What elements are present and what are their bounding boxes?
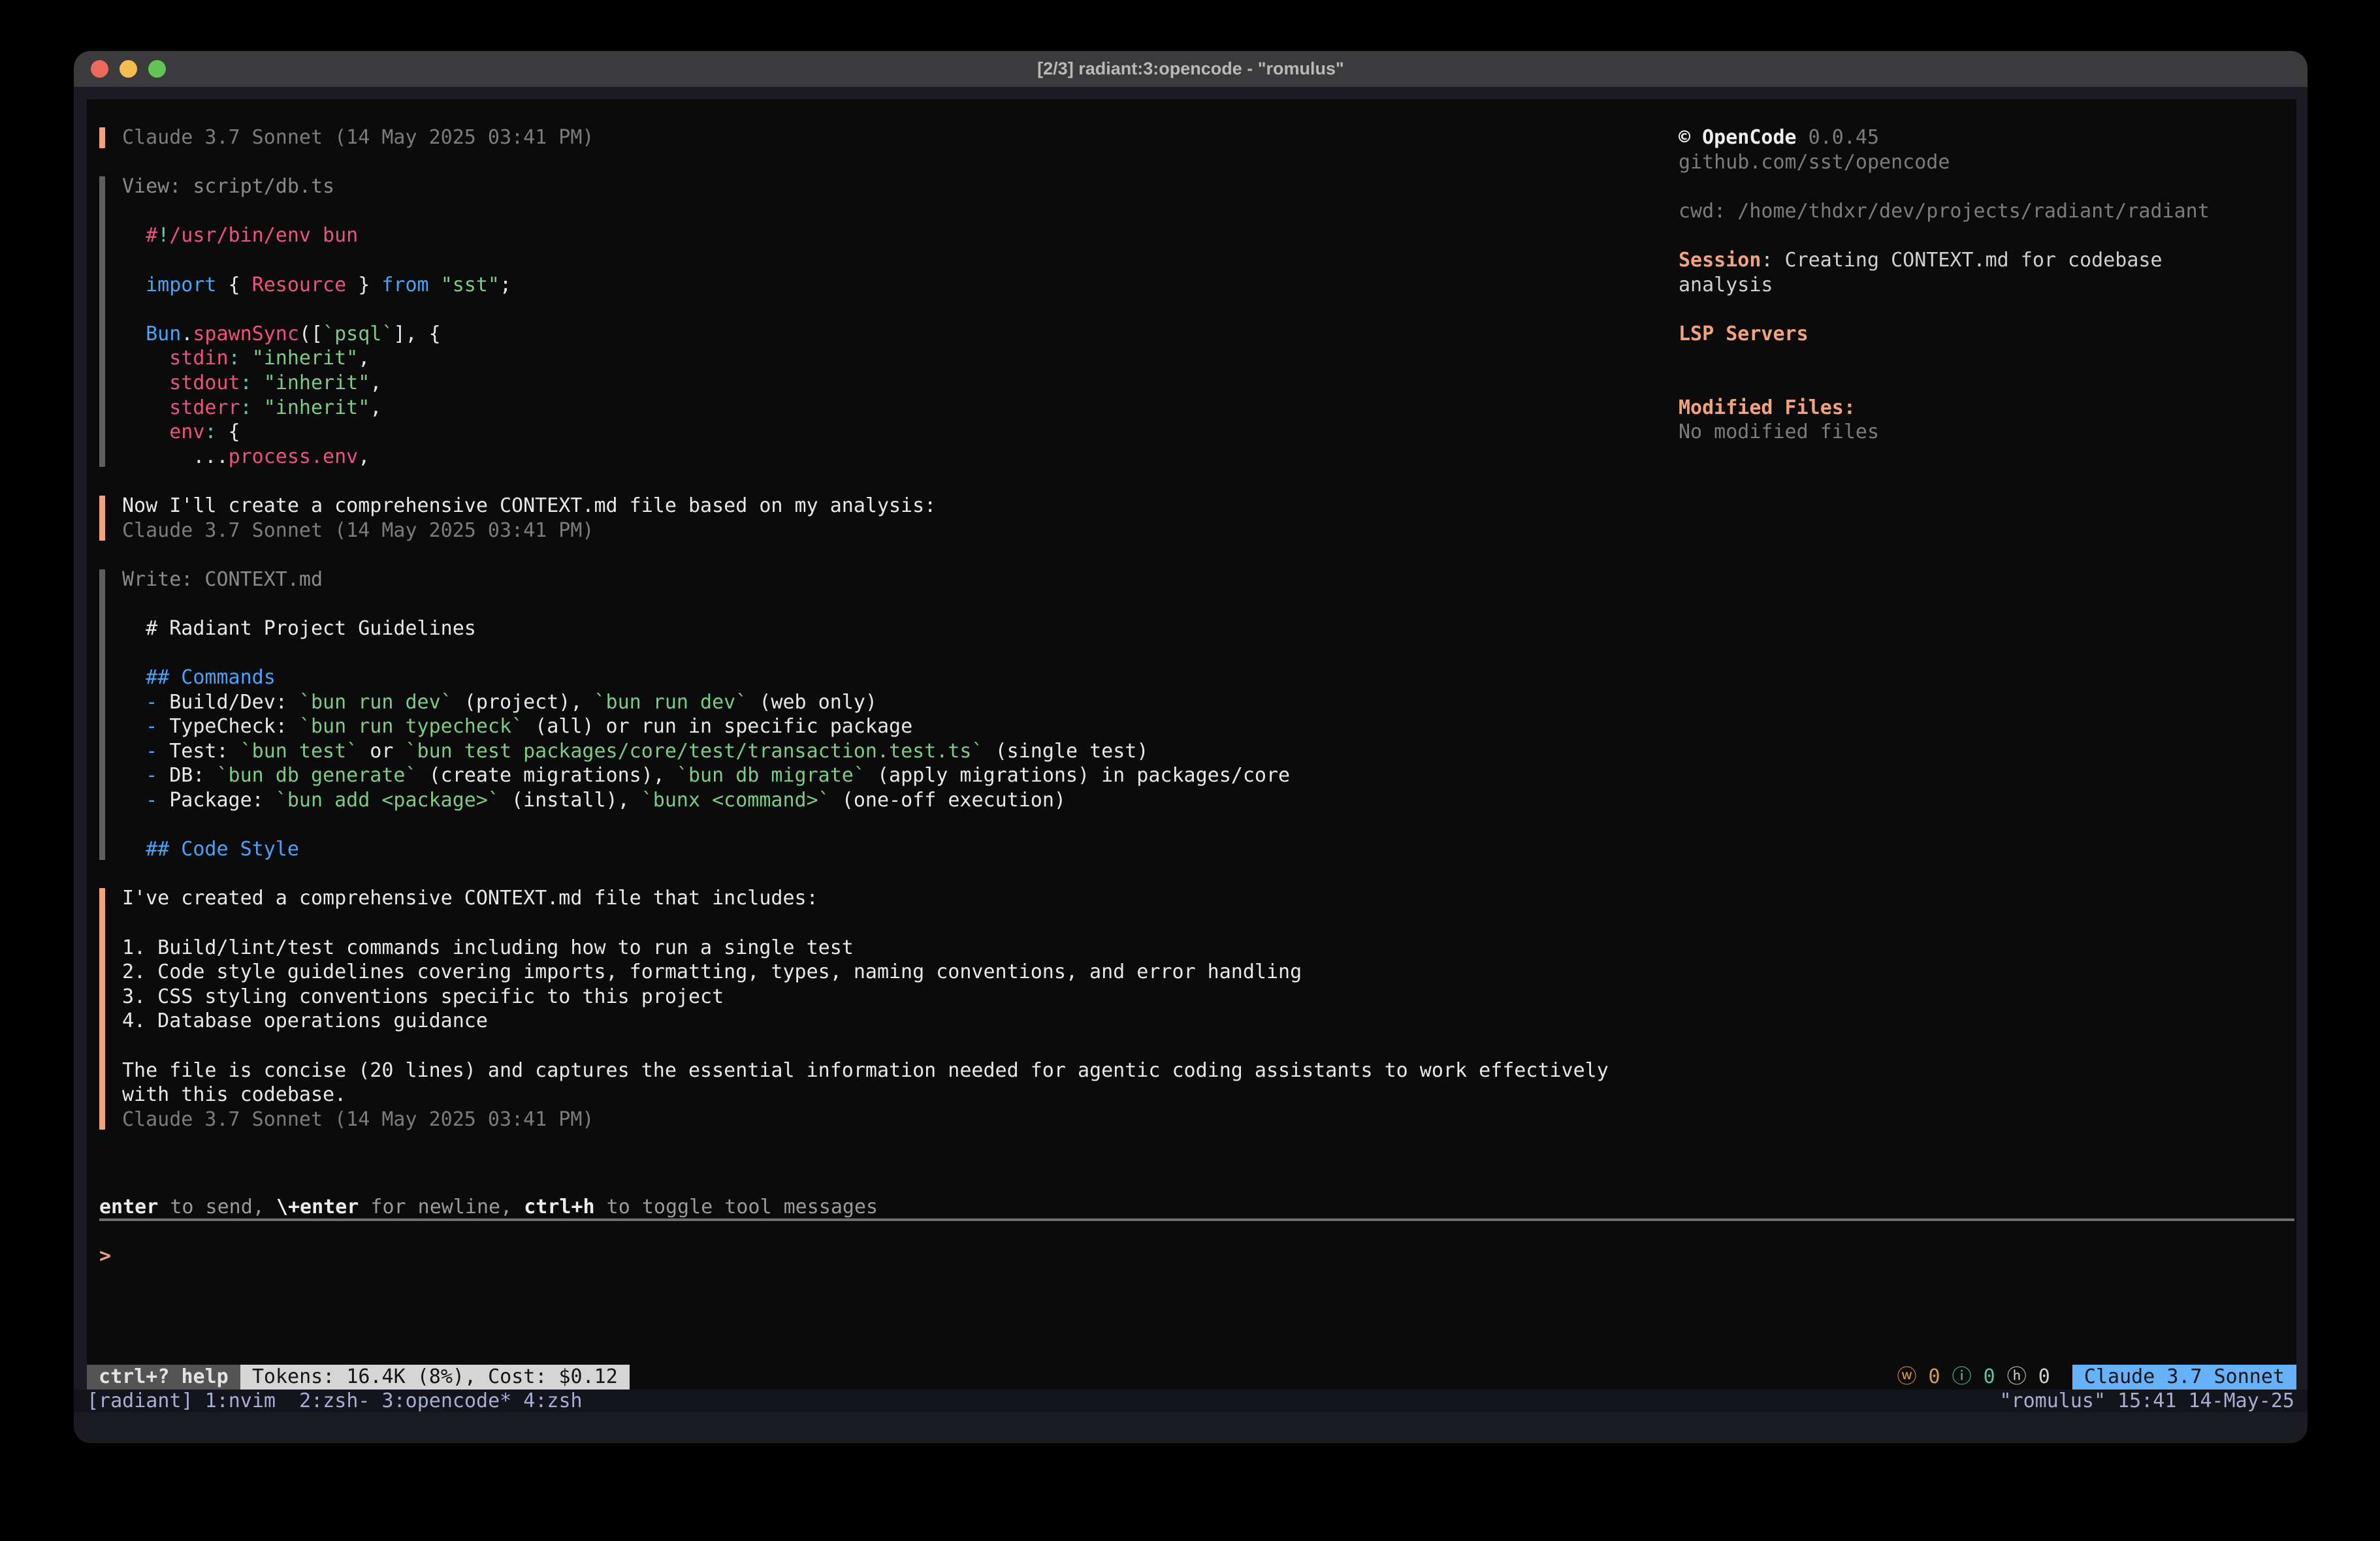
text-line: env: {	[122, 420, 1661, 445]
text-line: Write: CONTEXT.md	[122, 567, 1661, 592]
text-line: # Radiant Project Guidelines	[122, 616, 1661, 641]
text-line: 1. Build/lint/test commands including ho…	[122, 936, 1661, 961]
close-button[interactable]	[91, 60, 108, 78]
model-badge[interactable]: Claude 3.7 Sonnet	[2072, 1365, 2296, 1390]
sidebar: © OpenCode 0.0.45 github.com/sst/opencod…	[1679, 125, 2296, 445]
text-line: View: script/db.ts	[122, 174, 1661, 199]
text-line: import { Resource } from "sst";	[122, 273, 1661, 298]
tmux-status-bar: [radiant] 1:nvim 2:zsh- 3:opencode* 4:zs…	[74, 1390, 2308, 1412]
modified-files-header: Modified Files:	[1679, 396, 2296, 421]
diagnostics: ⓦ 0 ⓘ 0 ⓗ 0	[1897, 1365, 2050, 1390]
tool-write-block: Write: CONTEXT.md # Radiant Project Guid…	[87, 567, 1661, 862]
brand-version: 0.0.45	[1797, 126, 1879, 149]
lsp-servers-header: LSP Servers	[1679, 322, 2296, 347]
assistant-message-block: Now I'll create a comprehensive CONTEXT.…	[87, 494, 1661, 543]
text-line	[122, 248, 1661, 273]
session-text: : Creating CONTEXT.md for codebase	[1761, 249, 2162, 272]
text-line: - Test: `bun test` or `bun test packages…	[122, 739, 1661, 764]
cwd-line: cwd: /home/thdxr/dev/projects/radiant/ra…	[1679, 199, 2296, 224]
text-line: ## Code Style	[122, 837, 1661, 862]
assistant-summary-block: I've created a comprehensive CONTEXT.md …	[87, 886, 1661, 1132]
prompt-symbol: >	[99, 1244, 111, 1269]
composer-hint: enter to send, \+enter for newline, ctrl…	[99, 1195, 878, 1220]
tmux-session-windows[interactable]: [radiant] 1:nvim 2:zsh- 3:opencode* 4:zs…	[87, 1390, 583, 1412]
window-titlebar[interactable]: [2/3] radiant:3:opencode - "romulus"	[74, 51, 2308, 87]
zoom-button[interactable]	[148, 60, 166, 78]
text-line: stdin: "inherit",	[122, 346, 1661, 371]
hint-icon: ⓗ	[2007, 1365, 2027, 1388]
text-line: The file is concise (20 lines) and captu…	[122, 1058, 1661, 1083]
text-line: Bun.spawnSync([`psql`], {	[122, 322, 1661, 347]
text-line: 2. Code style guidelines covering import…	[122, 960, 1661, 985]
desktop: [2/3] radiant:3:opencode - "romulus" Cla…	[0, 0, 2380, 1541]
text-line: stdout: "inherit",	[122, 371, 1661, 396]
conversation: Claude 3.7 Sonnet (14 May 2025 03:41 PM)…	[87, 125, 1661, 1156]
text-line	[122, 592, 1661, 616]
session-label: Session	[1679, 249, 1761, 272]
text-line: Claude 3.7 Sonnet (14 May 2025 03:41 PM)	[122, 518, 1661, 543]
text-line: Claude 3.7 Sonnet (14 May 2025 03:41 PM)	[122, 125, 1661, 150]
brand-line: © OpenCode 0.0.45	[1679, 125, 2296, 150]
terminal-window: [2/3] radiant:3:opencode - "romulus" Cla…	[74, 51, 2308, 1443]
text-line: - DB: `bun db generate` (create migratio…	[122, 763, 1661, 788]
text-line: with this codebase.	[122, 1083, 1661, 1107]
modified-files-empty: No modified files	[1679, 420, 2296, 445]
minimize-button[interactable]	[120, 60, 137, 78]
text-line	[122, 1034, 1661, 1058]
text-line	[122, 813, 1661, 838]
warning-count-badge: ⓦ 0	[1897, 1365, 1940, 1390]
help-shortcut-chip[interactable]: ctrl+? help	[87, 1365, 240, 1390]
copyright-icon: ©	[1679, 126, 1702, 149]
text-line: 4. Database operations guidance	[122, 1009, 1661, 1034]
traffic-lights	[91, 51, 166, 87]
composer-input[interactable]: >	[87, 1221, 2296, 1365]
tool-view-block: View: script/db.ts #!/usr/bin/env bun im…	[87, 174, 1661, 469]
session-text-wrap: analysis	[1679, 273, 2296, 298]
text-line: 3. CSS styling conventions specific to t…	[122, 985, 1661, 1009]
window-body: Claude 3.7 Sonnet (14 May 2025 03:41 PM)…	[74, 87, 2308, 1443]
text-line: I've created a comprehensive CONTEXT.md …	[122, 886, 1661, 911]
text-line: - Package: `bun add <package>` (install)…	[122, 788, 1661, 813]
warning-icon: ⓦ	[1897, 1365, 1916, 1388]
opencode-terminal: Claude 3.7 Sonnet (14 May 2025 03:41 PM)…	[87, 99, 2296, 1390]
text-line: Now I'll create a comprehensive CONTEXT.…	[122, 494, 1661, 518]
session-line: Session: Creating CONTEXT.md for codebas…	[1679, 248, 2296, 273]
text-line: ## Commands	[122, 665, 1661, 690]
text-line	[122, 199, 1661, 224]
brand-name: OpenCode	[1702, 126, 1797, 149]
tmux-host-time: "romulus" 15:41 14-May-25	[1999, 1390, 2294, 1412]
text-line	[122, 297, 1661, 322]
text-line: ...process.env,	[122, 445, 1661, 469]
info-count-badge: ⓘ 0	[1952, 1365, 1995, 1390]
assistant-header-block: Claude 3.7 Sonnet (14 May 2025 03:41 PM)	[87, 125, 1661, 150]
tokens-cost-chip: Tokens: 16.4K (8%), Cost: $0.12	[240, 1365, 630, 1390]
hint-count-badge: ⓗ 0	[2007, 1365, 2050, 1390]
window-title: [2/3] radiant:3:opencode - "romulus"	[74, 59, 2308, 79]
text-line	[122, 911, 1661, 936]
text-line	[122, 641, 1661, 665]
text-line: Claude 3.7 Sonnet (14 May 2025 03:41 PM)	[122, 1107, 1661, 1132]
text-line: stderr: "inherit",	[122, 396, 1661, 421]
text-line: #!/usr/bin/env bun	[122, 223, 1661, 248]
status-bar: ctrl+? help Tokens: 16.4K (8%), Cost: $0…	[87, 1365, 2296, 1390]
repo-link: github.com/sst/opencode	[1679, 150, 2296, 175]
text-line: - Build/Dev: `bun run dev` (project), `b…	[122, 690, 1661, 715]
text-line: - TypeCheck: `bun run typecheck` (all) o…	[122, 714, 1661, 739]
info-icon: ⓘ	[1952, 1365, 1972, 1388]
